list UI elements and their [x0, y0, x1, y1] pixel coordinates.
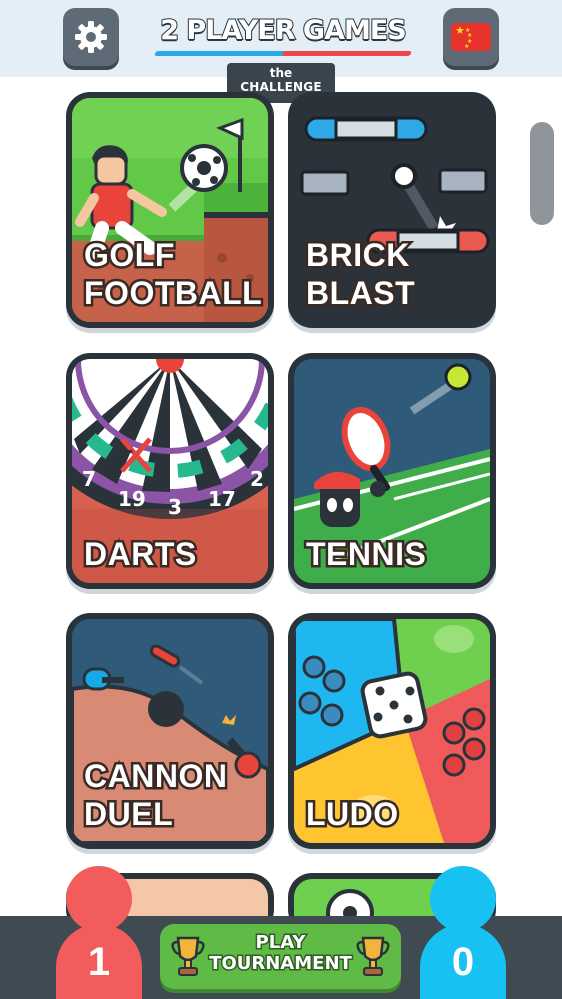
player-blue[interactable]: 0 — [420, 866, 506, 999]
app-title: 2 PLAYER GAMES — [159, 14, 408, 47]
game-card-ludo[interactable]: LUDO — [288, 613, 496, 849]
game-card-golf-football[interactable]: GOLF FOOTBALL — [66, 92, 274, 328]
game-card-cannon-duel[interactable]: CANNON DUEL — [66, 613, 274, 849]
game-card-tennis[interactable]: TENNIS — [288, 353, 496, 589]
scrollbar-thumb[interactable] — [530, 122, 554, 225]
tournament-label: TOURNAMENT — [208, 952, 354, 976]
gear-icon — [75, 21, 107, 53]
trophy-icon — [356, 936, 390, 976]
game-card-darts[interactable]: 7 19 3 17 2 DARTS — [66, 353, 274, 589]
app-logo: 2 PLAYER GAMES — [154, 14, 412, 64]
game-title: GOLF FOOTBALL — [81, 235, 264, 314]
dart-number-label: 19 — [118, 487, 146, 511]
dart-number-label: 2 — [250, 467, 264, 491]
play-label: PLAY — [254, 931, 307, 955]
settings-button[interactable] — [63, 8, 119, 66]
play-tournament-label: PLAY TOURNAMENT — [200, 931, 361, 976]
player-red-score: 1 — [87, 940, 111, 984]
language-button[interactable]: ★ ★ ★ ★ ★ — [443, 8, 499, 66]
game-title: BRICK BLAST — [303, 235, 417, 314]
play-tournament-button[interactable]: PLAY TOURNAMENT — [160, 924, 401, 989]
game-title: DARTS — [82, 534, 199, 575]
game-card-brick-blast[interactable]: BRICK BLAST — [288, 92, 496, 328]
badge-the-label: the — [269, 66, 293, 80]
game-title: TENNIS — [303, 534, 428, 575]
game-title: CANNON DUEL — [81, 756, 229, 835]
game-title: LUDO — [304, 794, 401, 835]
dart-number-label: 3 — [168, 495, 182, 519]
player-red-head — [66, 866, 132, 932]
player-red[interactable]: 1 — [56, 866, 142, 999]
dart-number-label: 17 — [208, 487, 236, 511]
logo-stripe — [154, 51, 412, 56]
player-blue-head — [430, 866, 496, 932]
player-blue-score: 0 — [451, 940, 475, 984]
dart-number-label: 7 — [82, 467, 96, 491]
china-flag-icon: ★ ★ ★ ★ ★ — [451, 23, 491, 51]
